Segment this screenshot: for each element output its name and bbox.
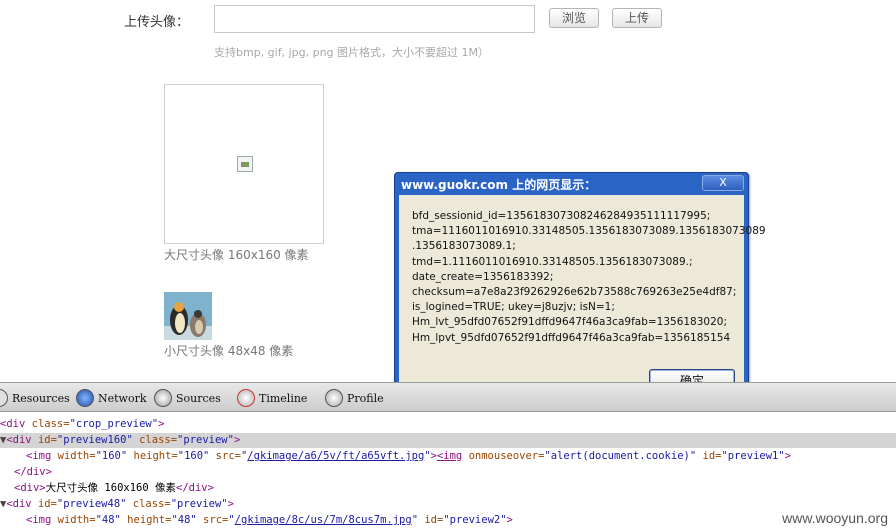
file-path-input[interactable] (214, 5, 535, 33)
large-avatar-preview (164, 84, 324, 244)
upload-button[interactable]: 上传 (612, 8, 662, 28)
img-src-link[interactable]: /gkimage/8c/us/7m/8cus7m.jpg (235, 514, 412, 526)
tab-label: Network (98, 391, 147, 405)
penguins-image (164, 292, 212, 340)
upload-format-hint: 支持bmp, gif, jpg, png 图片格式，大小不要超过 1M） (214, 46, 490, 59)
small-avatar-preview (164, 292, 212, 340)
dom-tree: <div class="crop_preview"> ▼<div id="pre… (0, 412, 896, 530)
dom-node-preview48[interactable]: ▼<div id="preview48" class="preview"> (0, 497, 896, 512)
resources-icon (0, 389, 8, 407)
small-avatar-caption: 小尺寸头像 48x48 像素 (164, 344, 294, 358)
tab-label: Resources (12, 391, 70, 405)
timeline-icon (237, 389, 255, 407)
message-line: Hm_lpvt_95dfd07652f91dffd9647f46a3ca9fab… (412, 331, 731, 344)
tab-label: Timeline (259, 391, 308, 405)
devtools-toolbar: Resources Network Sources Timeline Profi… (0, 382, 896, 412)
message-line: tma=1116011016910.33148505.1356183073089… (412, 225, 766, 238)
tab-network[interactable]: Network (76, 388, 147, 408)
watermark: www.wooyun.org (782, 510, 888, 526)
browse-button[interactable]: 浏览 (549, 8, 599, 28)
tab-timeline[interactable]: Timeline (237, 388, 307, 408)
dom-node-img-preview1[interactable]: <img width="160" height="160" src="/gkim… (0, 449, 896, 464)
sources-icon (154, 389, 172, 407)
large-avatar-caption: 大尺寸头像 160x160 像素 (164, 248, 309, 262)
alert-dialog: www.guokr.com 上的网页显示： X bfd_sessionid_id… (394, 172, 766, 410)
tab-profiles[interactable]: Profile (325, 388, 384, 408)
network-icon (76, 389, 94, 407)
dom-node-preview160[interactable]: ▼<div id="preview160" class="preview"> (0, 433, 896, 448)
dialog-title: www.guokr.com 上的网页显示： (401, 178, 597, 192)
message-line: bfd_sessionid_id=13561830730824628493511… (412, 210, 711, 222)
cookie-message: bfd_sessionid_id=13561830730824628493511… (412, 209, 766, 346)
dom-node-crop-preview[interactable]: <div class="crop_preview"> (0, 417, 896, 432)
dialog-body: bfd_sessionid_id=13561830730824628493511… (399, 195, 766, 405)
message-line: .1356183073089.1; (412, 240, 516, 253)
message-line: tmd=1.1116011016910.33148505.13561830730… (412, 255, 693, 268)
dom-node-div-close[interactable]: </div> (0, 465, 896, 480)
close-icon[interactable]: X (702, 175, 744, 191)
message-line: checksum=a7e8a23f9262926e62b73588c769263… (412, 286, 737, 299)
profiles-icon (325, 389, 343, 407)
upload-avatar-label: 上传头像： (124, 15, 190, 30)
tab-sources[interactable]: Sources (154, 388, 221, 408)
message-line: Hm_lvt_95dfd07652f91dffd9647f46a3ca9fab=… (412, 316, 727, 329)
tab-label: Sources (176, 391, 221, 405)
dom-node-large-caption[interactable]: <div>大尺寸头像 160x160 像素</div> (0, 481, 896, 496)
img-src-link[interactable]: /gkimage/a6/5v/ft/a65vft.jpg (247, 450, 424, 462)
message-line: is_logined=TRUE; ukey=j8uzjv; isN=1; (412, 301, 615, 314)
dom-node-img-preview2[interactable]: <img width="48" height="48" src="/gkimag… (0, 513, 896, 528)
tab-resources[interactable]: Resources (0, 388, 70, 408)
tab-label: Profile (347, 391, 384, 405)
message-line: date_create=1356183392; (412, 270, 554, 283)
broken-image-icon (237, 156, 253, 172)
